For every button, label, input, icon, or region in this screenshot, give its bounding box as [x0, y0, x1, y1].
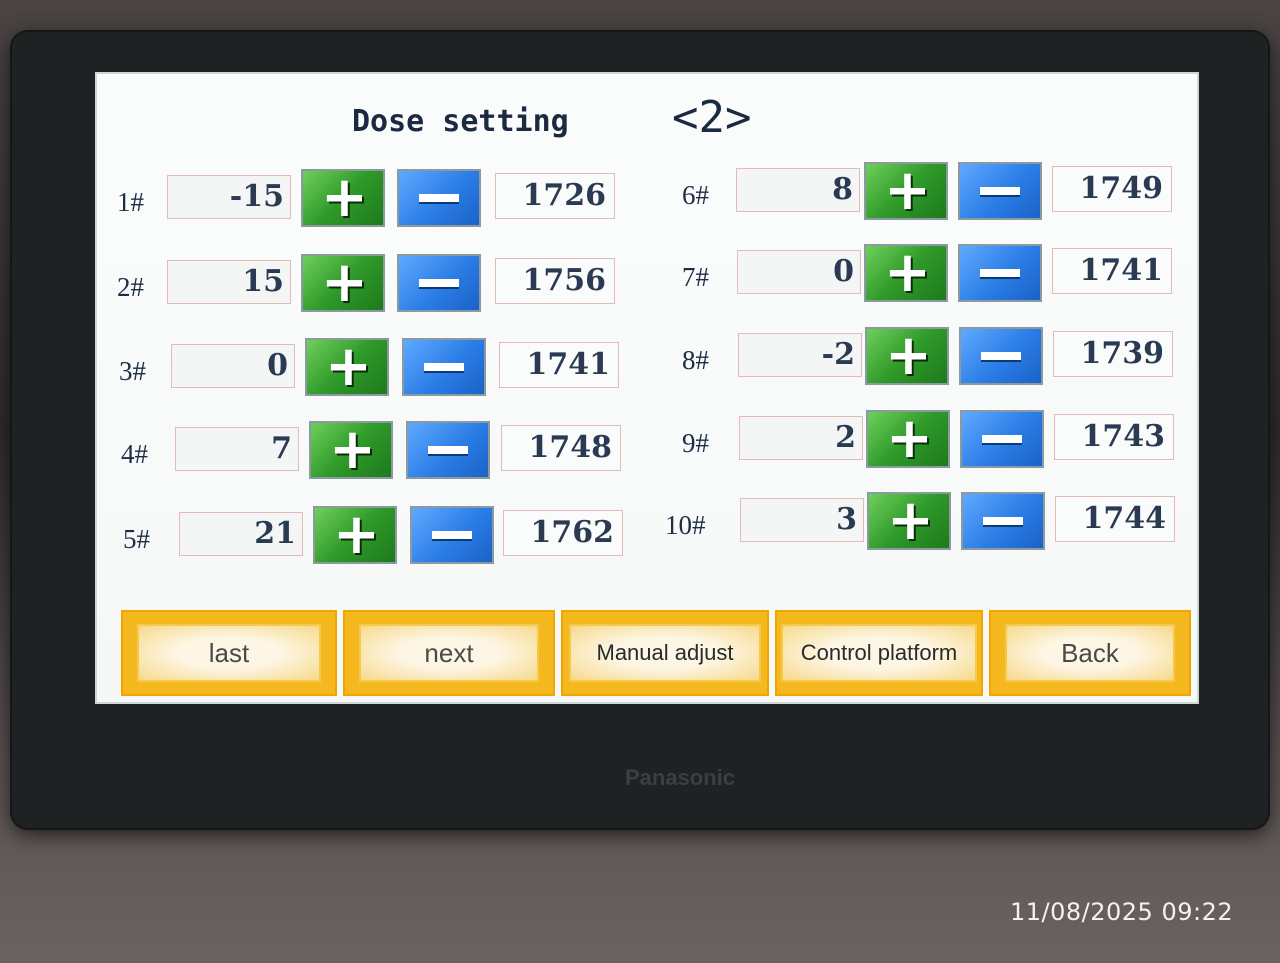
minus-icon — [980, 187, 1020, 195]
offset-field[interactable]: -2 — [738, 333, 862, 377]
dose-row: 3# 0 + 1741 — [119, 338, 639, 396]
offset-field[interactable]: 21 — [179, 512, 303, 556]
increase-button[interactable]: + — [864, 162, 948, 220]
increase-button[interactable]: + — [867, 492, 951, 550]
photo-timestamp: 11/08/2025 09:22 — [1010, 898, 1234, 926]
decrease-button[interactable] — [397, 169, 481, 227]
dose-row: 10# 3 + 1744 — [665, 492, 1175, 550]
manual-adjust-button[interactable]: Manual adjust — [561, 610, 769, 696]
minus-icon — [419, 279, 459, 287]
row-label: 6# — [682, 180, 709, 210]
decrease-button[interactable] — [960, 410, 1044, 468]
dose-value: 1743 — [1054, 414, 1174, 460]
next-button-label: next — [359, 624, 539, 682]
dose-value: 1741 — [1052, 248, 1172, 294]
decrease-button[interactable] — [410, 506, 494, 564]
increase-button[interactable]: + — [866, 410, 950, 468]
offset-field[interactable]: 0 — [171, 344, 295, 388]
decrease-button[interactable] — [402, 338, 486, 396]
dose-row: 9# 2 + 1743 — [682, 410, 1174, 468]
dose-value: 1726 — [495, 173, 615, 219]
back-button[interactable]: Back — [989, 610, 1191, 696]
minus-icon — [419, 194, 459, 202]
hmi-screen: Dose setting <2> 1# -15 + 1726 2# 15 + 1… — [95, 72, 1199, 704]
minus-icon — [432, 531, 472, 539]
offset-field[interactable]: 7 — [175, 427, 299, 471]
decrease-button[interactable] — [958, 162, 1042, 220]
control-platform-button[interactable]: Control platform — [775, 610, 983, 696]
brand-logo: Panasonic — [624, 765, 736, 790]
back-button-label: Back — [1005, 624, 1175, 682]
dose-value: 1739 — [1053, 331, 1173, 377]
dose-row: 1# -15 + 1726 — [117, 169, 637, 227]
dose-row: 8# -2 + 1739 — [682, 327, 1173, 385]
increase-button[interactable]: + — [305, 338, 389, 396]
plus-icon: + — [885, 323, 932, 388]
next-button[interactable]: next — [343, 610, 555, 696]
bottom-nav-bar: last next Manual adjust Control platform… — [121, 610, 1191, 696]
dose-row: 4# 7 + 1748 — [121, 421, 641, 479]
dose-row: 6# 8 + 1749 — [682, 162, 1172, 220]
row-label: 2# — [117, 272, 144, 302]
manual-adjust-label: Manual adjust — [569, 624, 761, 682]
row-label: 8# — [682, 345, 709, 375]
decrease-button[interactable] — [406, 421, 490, 479]
decrease-button[interactable] — [961, 492, 1045, 550]
row-label: 10# — [665, 510, 706, 540]
decrease-button[interactable] — [397, 254, 481, 312]
decrease-button[interactable] — [959, 327, 1043, 385]
increase-button[interactable]: + — [313, 506, 397, 564]
decrease-button[interactable] — [958, 244, 1042, 302]
dose-value: 1748 — [501, 425, 621, 471]
plus-icon: + — [321, 250, 368, 315]
minus-icon — [981, 352, 1021, 360]
minus-icon — [983, 517, 1023, 525]
last-button-label: last — [137, 624, 321, 682]
plus-icon: + — [886, 406, 933, 471]
dose-value: 1744 — [1055, 496, 1175, 542]
row-label: 5# — [123, 524, 150, 554]
page-title: Dose setting — [352, 104, 569, 139]
plus-icon: + — [887, 488, 934, 553]
increase-button[interactable]: + — [865, 327, 949, 385]
dose-value: 1749 — [1052, 166, 1172, 212]
plus-icon: + — [884, 158, 931, 223]
row-label: 9# — [682, 428, 709, 458]
increase-button[interactable]: + — [864, 244, 948, 302]
dose-row: 5# 21 + 1762 — [123, 506, 643, 564]
last-button[interactable]: last — [121, 610, 337, 696]
offset-field[interactable]: 15 — [167, 260, 291, 304]
dose-row: 2# 15 + 1756 — [117, 254, 637, 312]
minus-icon — [980, 269, 1020, 277]
increase-button[interactable]: + — [309, 421, 393, 479]
minus-icon — [424, 363, 464, 371]
dose-row: 7# 0 + 1741 — [682, 244, 1172, 302]
control-platform-label: Control platform — [781, 624, 977, 682]
dose-value: 1741 — [499, 342, 619, 388]
dose-value: 1756 — [495, 258, 615, 304]
increase-button[interactable]: + — [301, 169, 385, 227]
offset-field[interactable]: 2 — [739, 416, 863, 460]
plus-icon: + — [321, 165, 368, 230]
row-label: 3# — [119, 356, 146, 386]
page-indicator: <2> — [672, 92, 752, 143]
offset-field[interactable]: 8 — [736, 168, 860, 212]
offset-field[interactable]: 3 — [740, 498, 864, 542]
plus-icon: + — [333, 502, 380, 567]
row-label: 4# — [121, 439, 148, 469]
offset-field[interactable]: 0 — [737, 250, 861, 294]
plus-icon: + — [329, 417, 376, 482]
plus-icon: + — [325, 334, 372, 399]
minus-icon — [982, 435, 1022, 443]
offset-field[interactable]: -15 — [167, 175, 291, 219]
row-label: 7# — [682, 262, 709, 292]
plus-icon: + — [884, 240, 931, 305]
increase-button[interactable]: + — [301, 254, 385, 312]
row-label: 1# — [117, 187, 144, 217]
dose-value: 1762 — [503, 510, 623, 556]
minus-icon — [428, 446, 468, 454]
